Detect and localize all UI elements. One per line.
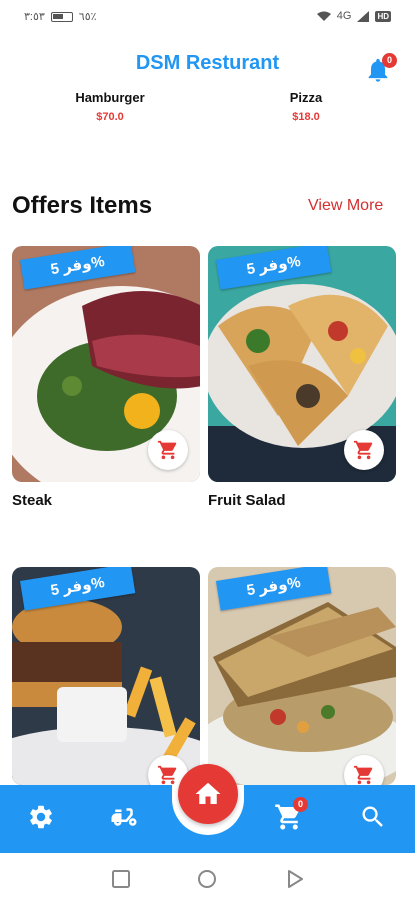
delivery-button[interactable] (107, 800, 141, 834)
home-button[interactable] (178, 764, 238, 824)
offer-card-steak[interactable]: وفر 5% (12, 246, 200, 482)
offer-card-toast[interactable]: وفر 5% (208, 567, 396, 785)
offer-card-burger[interactable]: وفر 5% (12, 567, 200, 785)
cart-icon (353, 440, 373, 460)
cart-count-badge: 0 (293, 797, 308, 812)
app-title: DSM Resturant (135, 52, 280, 74)
battery-level: ٦٥٪ (78, 11, 97, 23)
back-triangle-icon[interactable] (284, 868, 306, 890)
delivery-scooter-icon (111, 808, 137, 826)
offer-card-title: Steak (12, 492, 53, 509)
status-left: ٣:٥٣ ٦٥٪ (24, 10, 97, 23)
cart-icon (157, 440, 177, 460)
signal-icon (357, 10, 370, 22)
offer-card-fruit-salad[interactable]: وفر 5% (208, 246, 396, 482)
top-item-price: $18.0 (292, 111, 320, 123)
notification-badge: 0 (382, 53, 397, 68)
section-title: Offers Items (12, 192, 153, 219)
network-type: 4G (336, 10, 352, 22)
top-item-hamburger[interactable]: Hamburger $70.0 (60, 90, 160, 123)
recents-icon[interactable] (110, 868, 132, 890)
wifi-icon (316, 11, 331, 21)
home-circle-icon[interactable] (196, 868, 218, 890)
view-more-link[interactable]: View More (308, 197, 383, 215)
top-item-price: $70.0 (96, 111, 124, 123)
add-to-cart-button[interactable] (148, 430, 188, 470)
search-icon (362, 806, 383, 827)
status-time: ٣:٥٣ (24, 11, 45, 23)
top-item-pizza[interactable]: Pizza $18.0 (266, 90, 346, 123)
search-button[interactable] (356, 800, 390, 834)
top-item-name: Hamburger (75, 90, 145, 105)
status-right: 4G HD (316, 10, 391, 22)
system-nav-bar (0, 853, 415, 900)
status-bar: ٣:٥٣ ٦٥٪ 4G HD (0, 0, 415, 34)
settings-button[interactable] (24, 800, 58, 834)
add-to-cart-button[interactable] (344, 430, 384, 470)
cart-icon (157, 765, 177, 785)
home-icon (195, 782, 221, 804)
offer-card-title: Fruit Salad (208, 492, 286, 509)
hd-chip: HD (375, 10, 391, 22)
cart-icon (353, 765, 373, 785)
gear-icon (30, 805, 52, 829)
top-item-name: Pizza (289, 90, 323, 105)
battery-icon (50, 11, 73, 22)
